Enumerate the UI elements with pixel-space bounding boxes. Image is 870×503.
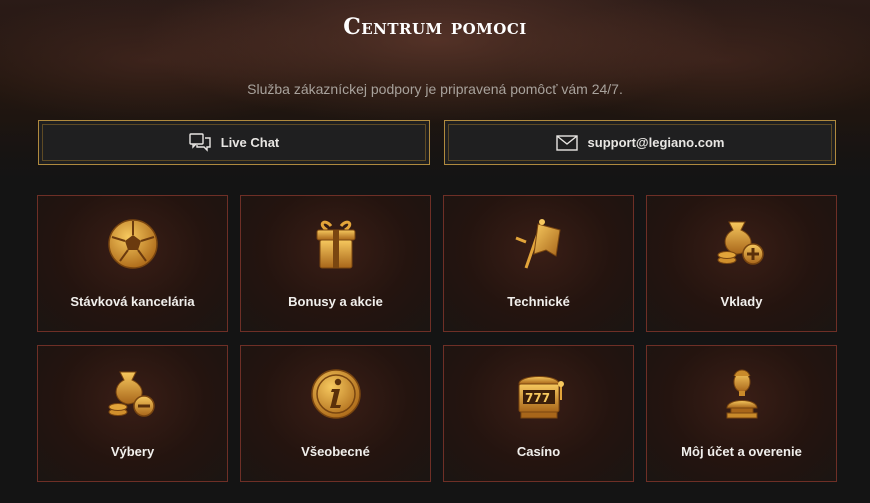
category-label: Casíno (516, 444, 561, 459)
money-bag-plus-icon (715, 216, 769, 276)
help-categories-grid: Stávková kancelária Bonusy a akcie Techn… (37, 195, 837, 482)
money-bag-minus-icon (106, 366, 160, 426)
category-label: Technické (507, 294, 570, 309)
bust-statue-icon (717, 366, 767, 426)
slot-machine-icon: 777 (511, 366, 567, 426)
soccer-ball-icon (106, 217, 160, 275)
category-card-technical[interactable]: Technické (443, 195, 634, 332)
live-chat-button[interactable]: Live Chat (38, 120, 430, 165)
mail-icon (555, 134, 578, 151)
banner-standard-icon (512, 216, 566, 276)
category-card-casino[interactable]: 777 Casíno (443, 345, 634, 482)
category-label: Stávková kancelária (70, 294, 195, 309)
category-card-general[interactable]: Všeobecné (240, 345, 431, 482)
email-label: support@legiano.com (587, 135, 725, 150)
info-coin-icon (309, 367, 363, 425)
category-label: Bonusy a akcie (288, 294, 383, 309)
category-card-account[interactable]: Môj účet a overenie (646, 345, 837, 482)
category-label: Môj účet a overenie (681, 444, 802, 459)
page-title: Centrum pomoci (343, 14, 527, 40)
category-card-deposits[interactable]: Vklady (646, 195, 837, 332)
category-label: Všeobecné (301, 444, 370, 459)
svg-text:777: 777 (525, 391, 550, 405)
email-support-button[interactable]: support@legiano.com (444, 120, 836, 165)
gift-box-icon (311, 216, 361, 276)
page-subtitle: Služba zákazníckej podpory je pripravená… (247, 81, 623, 97)
category-card-withdrawals[interactable]: Výbery (37, 345, 228, 482)
category-label: Výbery (110, 444, 155, 459)
category-card-betting[interactable]: Stávková kancelária (37, 195, 228, 332)
category-label: Vklady (720, 294, 763, 309)
category-card-bonuses[interactable]: Bonusy a akcie (240, 195, 431, 332)
chat-icon (189, 132, 211, 153)
live-chat-label: Live Chat (220, 135, 280, 150)
